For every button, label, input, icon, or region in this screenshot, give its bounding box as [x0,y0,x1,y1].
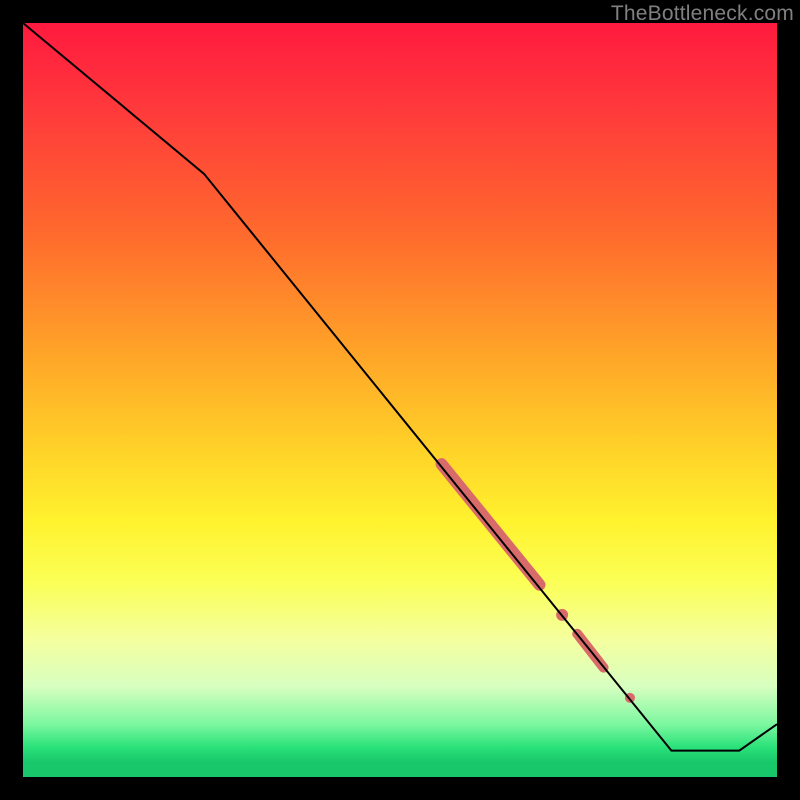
watermark-label: TheBottleneck.com [611,2,794,26]
chart-plot-area [23,23,777,777]
chart-stage: TheBottleneck.com [0,0,800,800]
